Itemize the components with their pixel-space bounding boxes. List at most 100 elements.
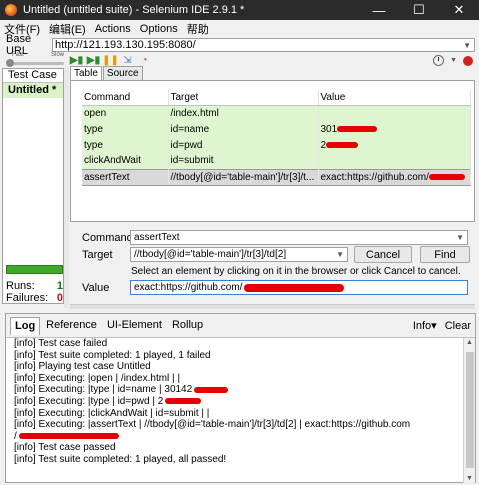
select-element-hint: Select an element by clicking on it in t…	[131, 266, 461, 277]
record-icon[interactable]	[463, 55, 473, 66]
log-line: [info] Executing: |type | id=pwd | 2	[14, 395, 164, 407]
log-line: [info] Test case passed	[14, 442, 116, 454]
cancel-button[interactable]: Cancel	[354, 246, 412, 263]
redaction-mark	[428, 173, 465, 180]
base-url-input[interactable]: http://121.193.130.195:8080/ ▼	[52, 38, 475, 52]
tab-reference[interactable]: Reference	[42, 317, 101, 335]
scroll-thumb[interactable]	[466, 352, 474, 468]
tab-log[interactable]: Log	[10, 316, 41, 335]
table-row[interactable]: type id=name 301	[82, 121, 471, 137]
command-table-panel: Command Target Value open /index.html ty…	[70, 80, 475, 222]
cell-target: //tbody[@id='table-main']/tr[3]/t...	[168, 168, 319, 186]
command-input[interactable]: assertText ▼	[130, 230, 468, 245]
chevron-down-icon[interactable]: ▼	[456, 233, 467, 242]
table-row[interactable]: type id=pwd 2	[82, 137, 471, 153]
step-icon[interactable]: ⇲	[121, 55, 134, 67]
scroll-down-icon[interactable]: ▼	[466, 475, 473, 482]
menu-help[interactable]: 帮助	[187, 21, 209, 37]
tab-rollup[interactable]: Rollup	[168, 317, 207, 335]
target-input[interactable]: //tbody[@id='table-main']/tr[3]/td[2] ▼	[130, 247, 348, 262]
rollup-icon[interactable]: ◔	[138, 55, 151, 67]
cell-value	[318, 105, 471, 121]
log-line-wrap: /	[14, 431, 462, 443]
tab-table[interactable]: Table	[70, 66, 102, 80]
cell-value-wrap: 2	[318, 137, 471, 153]
cell-value: exact:https://github.com/	[320, 171, 429, 183]
cell-target: /index.html	[168, 105, 319, 121]
log-line: [info] Test case failed	[14, 338, 108, 349]
pause-icon[interactable]: ❚❚	[102, 55, 119, 67]
test-case-item[interactable]: Untitled *	[3, 83, 63, 98]
target-value: //tbody[@id='table-main']/tr[3]/td[2]	[134, 249, 287, 260]
speed-track	[8, 62, 64, 65]
log-tabs: Log Reference UI-Element Rollup Info▾ Cl…	[6, 314, 475, 338]
speed-thumb[interactable]	[6, 59, 14, 67]
editor-tabs: Table Source	[70, 66, 144, 80]
tab-source[interactable]: Source	[102, 66, 143, 80]
log-scrollbar[interactable]: ▲ ▼	[463, 338, 475, 483]
redaction-mark	[18, 433, 119, 440]
tab-ui-element[interactable]: UI-Element	[103, 317, 166, 335]
speed-slow-label: Slow	[50, 52, 64, 58]
cell-command: type	[82, 137, 169, 153]
value-value: exact:https://github.com/	[134, 282, 243, 293]
command-row: Command assertText ▼	[82, 230, 468, 245]
table-row[interactable]: open /index.html	[82, 105, 471, 121]
log-panel: Log Reference UI-Element Rollup Info▾ Cl…	[5, 313, 476, 483]
find-button[interactable]: Find	[420, 246, 470, 263]
minimize-button[interactable]: —	[359, 0, 399, 20]
command-label: Command	[82, 231, 133, 244]
log-line: [info] Executing: |assertText | //tbody[…	[14, 419, 411, 431]
vertical-splitter[interactable]	[64, 68, 69, 308]
play-test-icon[interactable]: ▶▮	[87, 55, 100, 67]
close-button[interactable]: ✕	[439, 0, 479, 20]
log-line-wrap: [info] Executing: |type | id=name | 3014…	[14, 384, 462, 396]
menu-options[interactable]: Options	[140, 23, 178, 35]
menu-bar: 文件(F) 编辑(E) Actions Options 帮助	[0, 20, 479, 37]
runs-value: 1	[56, 280, 63, 292]
log-line: [info] Executing: |open | /index.html | …	[14, 372, 181, 384]
clear-button[interactable]: Clear	[445, 320, 471, 332]
cell-value-wrap: 301	[318, 121, 471, 137]
command-table: Command Target Value open /index.html ty…	[82, 90, 471, 186]
play-suite-icon[interactable]: ▶▮	[70, 55, 83, 67]
speed-slider[interactable]: Fast Slow	[6, 52, 66, 68]
column-header-target[interactable]: Target	[168, 90, 319, 106]
failures-label: Failures:	[6, 292, 49, 304]
log-line: [info] Executing: |clickAndWait | id=sub…	[14, 407, 210, 419]
cell-value	[318, 153, 471, 169]
log-line: [info] Test suite completed: 1 played, a…	[14, 453, 227, 465]
menu-edit[interactable]: 编辑(E)	[49, 21, 86, 37]
cell-command: clickAndWait	[82, 153, 169, 169]
cell-command: type	[82, 121, 169, 137]
log-lines: [info] Test case failed [info] Test suit…	[14, 338, 462, 466]
test-case-header: Test Case	[3, 69, 63, 83]
log-line: [info] Playing test case Untitled	[14, 361, 151, 373]
table-row-selected[interactable]: assertText //tbody[@id='table-main']/tr[…	[82, 168, 471, 186]
window-title: Untitled (untitled suite) - Selenium IDE…	[23, 4, 245, 16]
column-header-value[interactable]: Value	[318, 90, 471, 106]
scroll-up-icon[interactable]: ▲	[466, 339, 473, 346]
log-line: /	[14, 430, 17, 442]
redaction-mark	[244, 283, 345, 292]
value-input[interactable]: exact:https://github.com/	[130, 280, 468, 295]
firefox-icon	[5, 4, 17, 16]
schedule-dropdown-icon[interactable]: ▼	[450, 57, 457, 64]
menu-actions[interactable]: Actions	[95, 23, 131, 35]
chevron-down-icon[interactable]: ▼	[336, 250, 347, 259]
target-label: Target	[82, 248, 113, 261]
cell-target: id=name	[168, 121, 319, 137]
info-filter-button[interactable]: Info▾	[413, 319, 437, 332]
schedule-icon[interactable]	[433, 55, 445, 66]
runs-row: Runs: 1	[6, 280, 63, 292]
cell-command: assertText	[82, 168, 169, 186]
redaction-mark	[194, 386, 229, 393]
column-header-command[interactable]: Command	[82, 90, 169, 106]
log-line-wrap: [info] Executing: |type | id=pwd | 2	[14, 396, 462, 408]
chevron-down-icon[interactable]: ▼	[463, 41, 474, 50]
value-row: Value exact:https://github.com/	[82, 280, 468, 295]
maximize-button[interactable]: ☐	[399, 0, 439, 20]
horizontal-splitter[interactable]	[70, 304, 475, 309]
table-row[interactable]: clickAndWait id=submit	[82, 153, 471, 169]
failures-value: 0	[56, 292, 63, 304]
